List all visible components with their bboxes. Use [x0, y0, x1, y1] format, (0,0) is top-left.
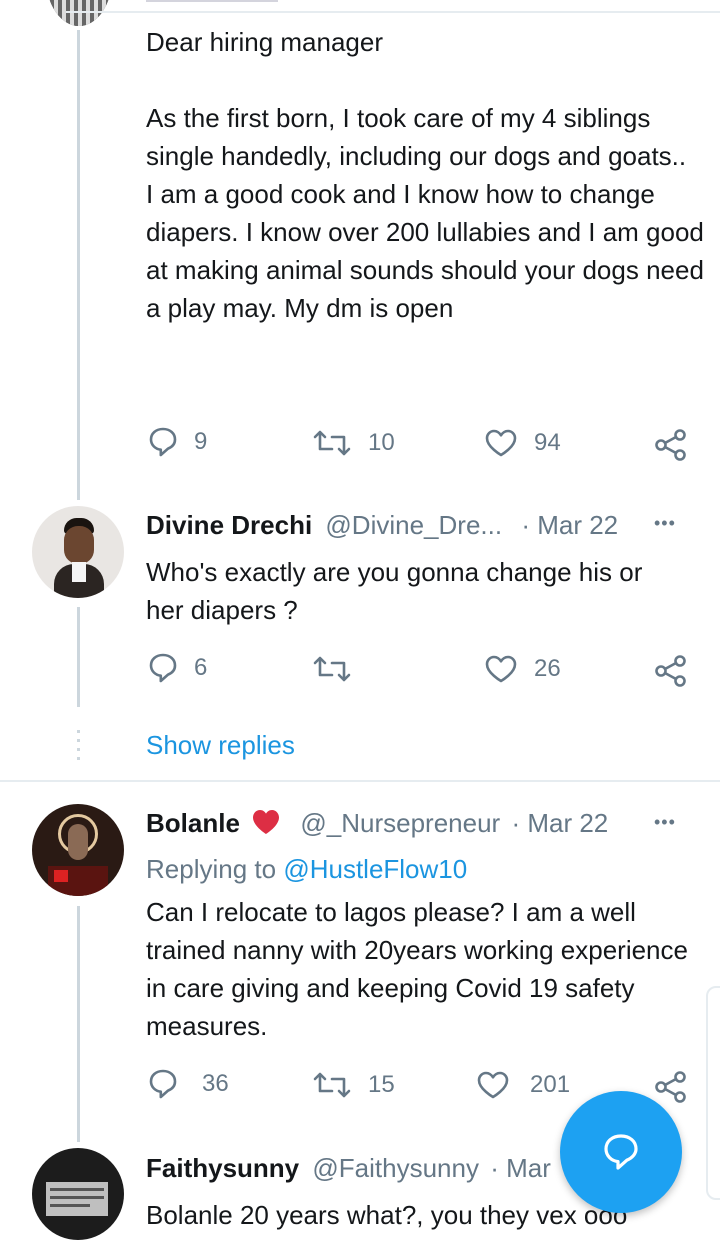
- tweet-header: Faithysunny @Faithysunny · Mar: [146, 1151, 551, 1185]
- timestamp[interactable]: · Mar: [490, 1153, 551, 1183]
- display-name[interactable]: Faithysunny: [146, 1153, 299, 1183]
- retweet-action[interactable]: 15: [312, 1070, 395, 1100]
- cut-off-header: [146, 0, 446, 10]
- show-replies-link[interactable]: Show replies: [146, 728, 295, 762]
- display-name[interactable]: Bolanle: [146, 808, 240, 838]
- divider: [0, 780, 720, 782]
- more-options-icon[interactable]: •••: [654, 812, 676, 833]
- tweet-body: Dear hiring manager As the first born, I…: [146, 27, 704, 323]
- thread-line: [77, 906, 80, 1142]
- retweet-count: 10: [368, 429, 395, 456]
- more-options-icon[interactable]: •••: [654, 513, 676, 534]
- scrollbar-edge[interactable]: [706, 986, 720, 1200]
- like-count: 201: [530, 1071, 571, 1098]
- avatar[interactable]: [32, 506, 124, 598]
- reply-action[interactable]: 36: [148, 1068, 229, 1100]
- reply-action[interactable]: 9: [148, 426, 207, 458]
- red-heart-emoji-icon: [253, 810, 280, 834]
- retweet-action[interactable]: 10: [312, 428, 395, 458]
- heart-icon: [485, 429, 517, 457]
- heart-icon: [485, 655, 517, 683]
- reply-icon: [149, 427, 177, 457]
- reply-action[interactable]: 6: [148, 652, 207, 684]
- like-count: 94: [534, 429, 561, 456]
- thread-line: [77, 30, 80, 500]
- thread-line: [77, 607, 80, 707]
- previous-avatar[interactable]: [46, 0, 112, 26]
- timestamp[interactable]: · Mar 22: [521, 510, 618, 540]
- dotted-thread-line: [77, 730, 80, 762]
- reply-count: 6: [194, 654, 208, 681]
- compose-reply-button[interactable]: [560, 1091, 682, 1213]
- tweet-header: Divine Drechi @Divine_Dre... · Mar 22: [146, 508, 618, 542]
- like-count: 26: [534, 655, 561, 682]
- tweet-body: Can I relocate to lagos please? I am a w…: [146, 897, 696, 1041]
- display-name[interactable]: Divine Drechi: [146, 510, 312, 540]
- share-action[interactable]: [654, 428, 688, 462]
- tweet-body: Who's exactly are you gonna change his o…: [146, 557, 650, 625]
- handle[interactable]: @_Nursepreneur: [300, 808, 500, 838]
- replying-to-prefix: Replying to: [146, 854, 277, 884]
- reply-count: 9: [194, 428, 208, 455]
- like-action[interactable]: 26: [484, 654, 561, 684]
- replying-to: Replying to @HustleFlow10: [146, 852, 467, 886]
- share-action[interactable]: [654, 1070, 688, 1104]
- retweet-icon: [313, 430, 351, 456]
- handle[interactable]: @Divine_Dre...: [325, 510, 502, 540]
- handle[interactable]: @Faithysunny: [312, 1153, 479, 1183]
- share-action[interactable]: [654, 654, 688, 688]
- timestamp[interactable]: · Mar 22: [511, 808, 608, 838]
- top-divider: [66, 11, 720, 13]
- compose-reply-icon: [604, 1134, 638, 1170]
- retweet-icon: [313, 656, 351, 682]
- reply-icon: [149, 653, 177, 683]
- tweet-header: Bolanle @_Nursepreneur · Mar 22: [146, 806, 608, 840]
- like-action[interactable]: 94: [484, 428, 561, 458]
- avatar[interactable]: [32, 804, 124, 896]
- replying-to-handle[interactable]: @HustleFlow10: [283, 854, 467, 884]
- like-action[interactable]: 201: [476, 1070, 570, 1100]
- retweet-icon: [313, 1072, 351, 1098]
- share-icon: [655, 655, 686, 687]
- retweet-action[interactable]: [312, 654, 368, 684]
- avatar[interactable]: [32, 1148, 124, 1240]
- share-icon: [655, 1071, 686, 1103]
- share-icon: [655, 429, 686, 461]
- reply-count: 36: [202, 1070, 229, 1097]
- heart-icon: [477, 1071, 509, 1099]
- reply-icon: [149, 1069, 177, 1099]
- retweet-count: 15: [368, 1071, 395, 1098]
